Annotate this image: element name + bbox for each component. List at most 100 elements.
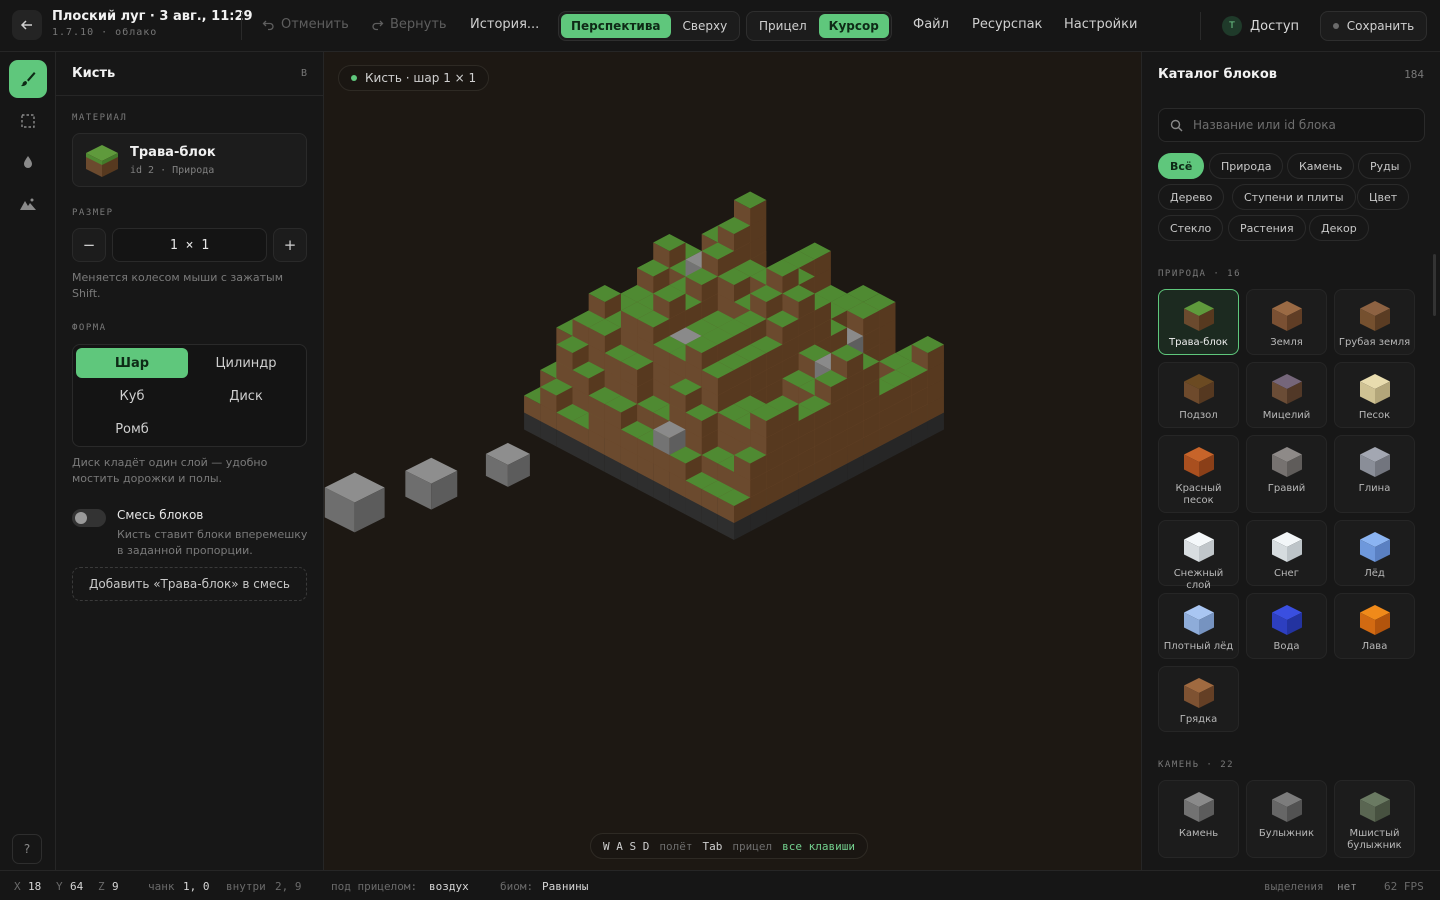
filter-color[interactable]: Цвет (1357, 184, 1410, 210)
status-dot-icon (351, 75, 357, 81)
menu-file[interactable]: Файл (913, 17, 949, 32)
filter-ores[interactable]: Руды (1358, 153, 1412, 179)
size-increase-button[interactable]: + (273, 228, 307, 262)
brush-icon (21, 72, 36, 87)
material-card[interactable]: Трава-блок id 2 · Природа (72, 133, 307, 187)
block-cube-icon (1184, 374, 1214, 404)
block-tile[interactable]: Снег (1246, 520, 1327, 586)
save-button[interactable]: Сохранить (1320, 11, 1427, 41)
block-cube-icon (1184, 605, 1214, 635)
block-tile[interactable]: Камень (1158, 780, 1239, 858)
stone-trail-block (485, 442, 530, 487)
shape-rhombus[interactable]: Ромб (76, 414, 188, 444)
redo-button[interactable]: Вернуть (371, 17, 447, 32)
catalog-header: Каталог блоков 184 (1142, 52, 1440, 96)
filter-all[interactable]: Всё (1158, 153, 1205, 179)
shape-cylinder[interactable]: Цилиндр (190, 348, 302, 378)
shape-sphere[interactable]: Шар (76, 348, 188, 378)
block-tile[interactable]: Грядка (1158, 666, 1239, 732)
grass-block-icon (86, 145, 118, 177)
stone-section-label: КАМЕНЬ · 22 (1158, 760, 1235, 770)
all-keys-link[interactable]: все клавиши (782, 840, 855, 853)
block-tile[interactable]: Песок (1334, 362, 1415, 428)
block-tile[interactable]: Красный песок (1158, 435, 1239, 513)
coord-y-label: Y (56, 880, 63, 893)
block-name: Земля (1270, 337, 1303, 348)
tool-fill[interactable] (9, 143, 47, 181)
block-cube-icon (1272, 374, 1302, 404)
history-button[interactable]: История... (470, 17, 539, 32)
shape-selector: Шар Цилиндр Куб Диск Ромб (72, 344, 307, 447)
redo-label: Вернуть (390, 17, 447, 32)
chunk-value: 1, 0 (183, 880, 210, 893)
voxel-scene[interactable] (324, 52, 1141, 870)
unsaved-dot-icon (1332, 23, 1339, 29)
divider (1200, 12, 1201, 40)
size-value[interactable]: 1 × 1 (112, 228, 267, 262)
block-tile[interactable]: Снежный слой (1158, 520, 1239, 591)
key-tab-action: прицел (732, 839, 773, 853)
block-tile[interactable]: Мицелий (1246, 362, 1327, 428)
block-tile[interactable]: Лава (1334, 593, 1415, 659)
mix-toggle[interactable] (72, 509, 106, 527)
tool-brush[interactable] (9, 60, 47, 98)
shape-disk[interactable]: Диск (190, 381, 302, 411)
block-cube-icon (1360, 374, 1390, 404)
filter-stone[interactable]: Камень (1287, 153, 1355, 179)
view-mode-perspective[interactable]: Перспектива (561, 14, 671, 38)
block-cube-icon (1184, 447, 1214, 477)
filter-glass[interactable]: Стекло (1158, 215, 1224, 241)
block-tile[interactable]: Подзол (1158, 362, 1239, 428)
size-decrease-button[interactable]: − (72, 228, 106, 262)
filter-plants[interactable]: Растения (1228, 215, 1306, 241)
block-tile[interactable]: Гравий (1246, 435, 1327, 513)
filter-stairs-slabs[interactable]: Ступени и плиты (1232, 184, 1356, 210)
catalog-scrollbar[interactable] (1433, 254, 1436, 316)
back-button[interactable] (12, 10, 42, 40)
divider (241, 12, 242, 40)
selection-value: нет (1337, 880, 1357, 893)
menu-resourcepack[interactable]: Ресурспак (972, 17, 1042, 32)
3d-viewport[interactable]: Кисть · шар 1 × 1 W A S D полёт Tab приц… (324, 52, 1141, 870)
block-tile[interactable]: Земля (1246, 289, 1327, 355)
undo-button[interactable]: Отменить (262, 17, 349, 32)
block-tile[interactable]: Трава-блок (1158, 289, 1239, 355)
block-name: Грубая земля (1338, 337, 1411, 348)
access-button[interactable]: T Доступ (1222, 16, 1299, 36)
block-cube-icon (1184, 301, 1214, 331)
add-to-mix-button[interactable]: Добавить «Трава-блок» в смесь (72, 567, 307, 601)
search-input[interactable] (1193, 109, 1418, 141)
block-name: Трава-блок (1169, 337, 1228, 348)
block-tile[interactable]: Мшистый булыжник (1334, 780, 1415, 858)
coord-x-label: X (14, 880, 21, 893)
input-mode-crosshair[interactable]: Прицел (749, 14, 817, 38)
material-name: Трава-блок (130, 145, 216, 160)
project-title-block: Плоский луг · 3 авг., 11:29 1.7.10 · обл… (52, 9, 253, 38)
block-tile[interactable]: Плотный лёд (1158, 593, 1239, 659)
brush-panel: Кисть B МАТЕРИАЛ Трава-блок id 2 · Приро… (56, 52, 324, 870)
block-name: Булыжник (1258, 828, 1315, 839)
block-cube-icon (1272, 447, 1302, 477)
block-name: Вода (1273, 641, 1300, 652)
block-tile[interactable]: Вода (1246, 593, 1327, 659)
filter-nature[interactable]: Природа (1209, 153, 1284, 179)
tool-terrain[interactable] (9, 185, 47, 223)
block-tile[interactable]: Лёд (1334, 520, 1415, 586)
block-tile[interactable]: Глина (1334, 435, 1415, 513)
block-tile[interactable]: Булыжник (1246, 780, 1327, 858)
view-mode-top[interactable]: Сверху (673, 14, 738, 38)
coord-x: 18 (28, 880, 42, 893)
help-button[interactable]: ? (12, 834, 42, 864)
filter-decor[interactable]: Декор (1309, 215, 1369, 241)
block-tile[interactable]: Грубая земля (1334, 289, 1415, 355)
terrain-icon (20, 198, 36, 210)
tool-selection[interactable] (9, 102, 47, 140)
keys-wasd-action: полёт (659, 839, 693, 853)
menu-settings[interactable]: Настройки (1064, 17, 1137, 32)
history-label: История... (470, 17, 540, 32)
filter-wood[interactable]: Дерево (1158, 184, 1225, 210)
chunk-label: чанк (148, 880, 175, 893)
shape-cube[interactable]: Куб (76, 381, 188, 411)
brush-shortcut: B (300, 68, 307, 79)
input-mode-cursor[interactable]: Курсор (818, 14, 889, 38)
